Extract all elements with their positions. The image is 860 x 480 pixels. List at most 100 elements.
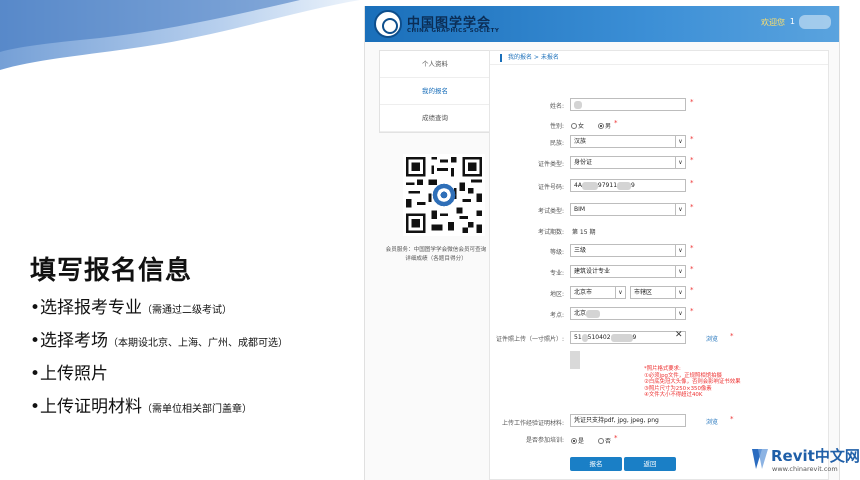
id-number-input[interactable]: 4A 97911 9 — [570, 179, 686, 192]
requirement-line: ②白底免冠大头像，否则会影响证书效果 — [644, 379, 741, 386]
photo-browse-link[interactable]: 浏览 — [706, 334, 718, 343]
region-district-select[interactable]: 市辖区 ∨ — [630, 286, 686, 299]
required-mark: * — [690, 98, 694, 106]
work-proof-label: 上传工作经验证明材料: — [501, 420, 564, 427]
required-mark: * — [690, 135, 694, 143]
chevron-down-icon: ∨ — [675, 157, 685, 168]
bullet-note: （需单位相关部门盖章） — [142, 404, 253, 415]
major-label: 专业: — [549, 270, 564, 277]
photo-value-part: 9 — [632, 334, 637, 341]
id-number-part: 97911 — [597, 182, 618, 189]
required-mark: * — [690, 179, 694, 187]
user-suffix: 1 — [789, 17, 795, 26]
id-number-label: 证件号码: — [537, 184, 564, 191]
bullet-photo: •上传照片 — [30, 362, 370, 395]
name-input[interactable] — [570, 98, 686, 111]
level-select[interactable]: 三级 ∨ — [570, 244, 686, 257]
redacted-value — [586, 309, 601, 318]
bullet-note: （本期设北京、上海、广州、成都可选） — [108, 338, 289, 349]
bullet-text: •选择考场 — [30, 331, 109, 351]
exam-type-select[interactable]: BIM ∨ — [570, 203, 686, 216]
registration-screenshot: 中国图学学会 CHINA GRAPHICS SOCIETY 欢迎您 1 个人资料… — [364, 6, 840, 480]
bullet-major: •选择报考专业（需通过二级考试） — [30, 296, 370, 329]
gender-male-radio[interactable]: 男 — [598, 121, 611, 130]
exam-type-value: BIM — [574, 206, 586, 213]
ethnicity-select[interactable]: 汉族 ∨ — [570, 135, 686, 148]
id-type-select[interactable]: 身份证 ∨ — [570, 156, 686, 169]
test-site-value: 北京 — [574, 310, 587, 317]
required-mark: * — [614, 434, 618, 442]
region-city-select[interactable]: 北京市 ∨ — [570, 286, 626, 299]
chevron-down-icon: ∨ — [675, 136, 685, 147]
qr-code-icon — [403, 154, 485, 236]
qr-caption: 会员服务：中国图学学会微信会员可查询详细成绩（各题目得分） — [385, 247, 487, 262]
required-mark: * — [730, 415, 734, 423]
submit-button[interactable]: 报名 — [570, 457, 622, 471]
photo-requirements: *照片格式要求: ①必须jpg文件，正规照相馆拍摄 ②白底免冠大头像，否则会影响… — [644, 366, 784, 399]
major-select[interactable]: 建筑设计专业 ∨ — [570, 265, 686, 278]
clear-file-icon[interactable]: ✕ — [675, 330, 683, 340]
id-type-label: 证件类型: — [537, 161, 564, 168]
sidebar: 个人资料 我的报名 成绩查询 会员服务：中国图学学会微信会员可查询详细成绩（各题… — [379, 50, 491, 262]
region-label: 地区: — [549, 291, 564, 298]
required-mark: * — [690, 203, 694, 211]
gender-female-radio[interactable]: 女 — [571, 121, 584, 130]
breadcrumb: 我的报名 > 未报名 — [490, 51, 828, 65]
work-proof-file-input[interactable]: 凭证只支持pdf, jpg, jpeg, png — [570, 414, 686, 427]
test-site-label: 考点: — [549, 312, 564, 319]
redacted-value — [617, 181, 632, 190]
sidebar-item-scores[interactable]: 成绩查询 — [380, 105, 490, 132]
photo-file-input[interactable]: 51 510402 9 — [570, 331, 686, 344]
requirement-line: ④文件大小不得超过40K — [644, 392, 703, 399]
session-value: 第 15 期 — [572, 229, 596, 236]
chevron-down-icon: ∨ — [675, 308, 685, 319]
chevron-down-icon: ∨ — [675, 245, 685, 256]
sidebar-item-my-registration[interactable]: 我的报名 — [380, 78, 490, 105]
revit-logo-icon — [752, 449, 768, 469]
bullet-note: （需通过二级考试） — [142, 305, 233, 316]
chevron-down-icon: ∨ — [615, 287, 625, 298]
chevron-down-icon: ∨ — [675, 266, 685, 277]
id-number-part: 9 — [631, 182, 635, 189]
required-mark: * — [614, 119, 618, 127]
exam-type-label: 考试类型: — [537, 208, 564, 215]
id-type-value: 身份证 — [574, 159, 593, 166]
requirement-line: *照片格式要求: — [644, 366, 681, 372]
training-yes-radio[interactable]: 是 — [571, 436, 584, 445]
name-label: 姓名: — [549, 103, 564, 110]
work-proof-hint: 凭证只支持pdf, jpg, jpeg, png — [574, 417, 659, 424]
radio-selected-icon — [571, 437, 577, 444]
id-number-part: 4A — [574, 182, 582, 189]
redacted-value — [581, 181, 598, 190]
sidebar-menu: 个人资料 我的报名 成绩查询 — [379, 50, 491, 133]
slide-bullets: •选择报考专业（需通过二级考试） •选择考场（本期设北京、上海、广州、成都可选）… — [30, 296, 370, 428]
brand-url: www.chinarevit.com — [772, 465, 838, 473]
test-site-select[interactable]: 北京 ∨ — [570, 307, 686, 320]
redacted-value — [574, 100, 582, 109]
radio-icon — [571, 122, 577, 129]
society-logo-icon — [374, 10, 402, 38]
bullet-proof: •上传证明材料（需单位相关部门盖章） — [30, 395, 370, 428]
required-mark: * — [690, 265, 694, 273]
training-no-radio[interactable]: 否 — [598, 436, 611, 445]
logo-text-en: CHINA GRAPHICS SOCIETY — [407, 28, 500, 34]
required-mark: * — [730, 332, 734, 340]
gender-label: 性别: — [549, 123, 564, 130]
back-button[interactable]: 返回 — [624, 457, 676, 471]
bullet-text: •选择报考专业 — [30, 298, 143, 318]
required-mark: * — [690, 244, 694, 252]
registration-form-panel: 我的报名 > 未报名 姓名: * 性别: 女 男 * 民族: 汉族 ∨ * 证件类… — [489, 50, 829, 480]
sidebar-item-profile[interactable]: 个人资料 — [380, 51, 490, 78]
work-proof-browse-link[interactable]: 浏览 — [706, 417, 718, 426]
region-city-value: 北京市 — [574, 289, 593, 296]
photo-value-part: 510402 — [587, 334, 611, 341]
slide-title: 填写报名信息 — [30, 256, 193, 286]
brand-watermark: Revit中文网 www.chinarevit.com — [750, 444, 860, 480]
bullet-text: •上传证明材料 — [30, 397, 143, 417]
bullet-text: •上传照片 — [30, 364, 109, 384]
photo-preview — [570, 351, 580, 369]
gender-female-text: 女 — [578, 123, 585, 130]
photo-value-part: 51 — [574, 334, 582, 341]
region-district-value: 市辖区 — [634, 289, 653, 296]
user-name-redacted[interactable] — [799, 15, 831, 29]
